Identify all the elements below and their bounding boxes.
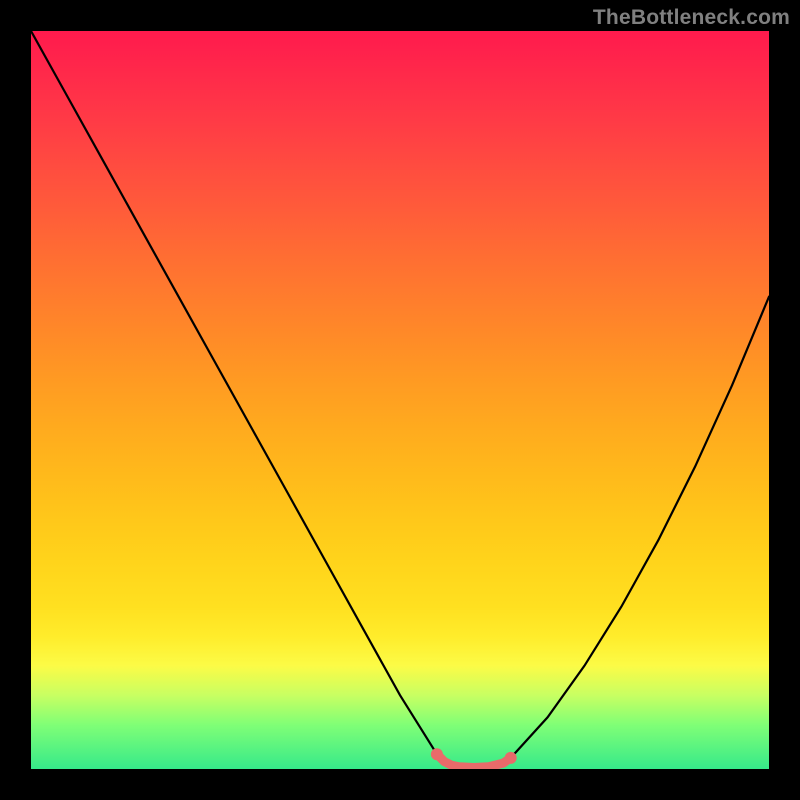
optimal-range-segment xyxy=(437,754,511,767)
optimal-range-start-dot xyxy=(431,748,443,760)
optimal-range-end-dot xyxy=(505,752,517,764)
chart-svg xyxy=(31,31,769,769)
watermark-text: TheBottleneck.com xyxy=(593,6,790,30)
chart-frame: TheBottleneck.com xyxy=(0,0,800,800)
bottleneck-curve xyxy=(31,31,769,768)
plot-area xyxy=(31,31,769,769)
